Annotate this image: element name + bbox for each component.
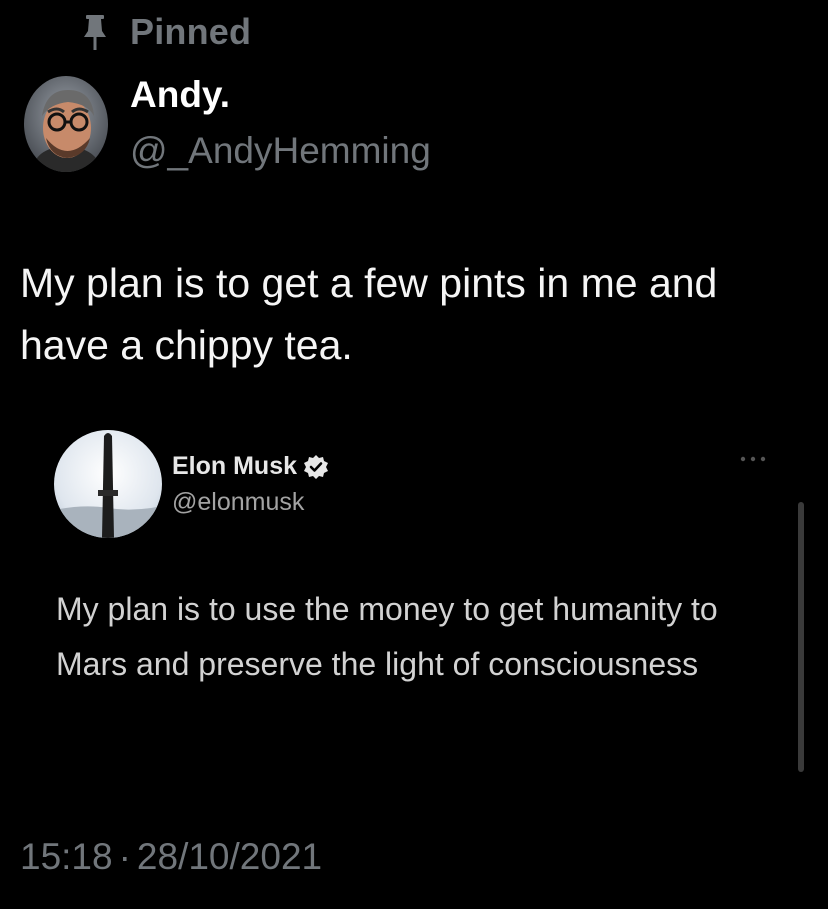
timestamp-separator: · <box>118 836 131 877</box>
timestamp[interactable]: 15:18 · 28/10/2021 <box>20 836 322 878</box>
quote-name-row: Elon Musk <box>172 452 329 481</box>
avatar[interactable] <box>24 76 108 172</box>
pin-icon <box>80 12 110 52</box>
quote-avatar[interactable] <box>54 430 162 538</box>
quote-text: My plan is to use the money to get human… <box>56 591 718 682</box>
more-options-icon[interactable] <box>738 452 768 466</box>
quote-author-handle[interactable]: @elonmusk <box>172 488 304 517</box>
author-name[interactable]: Andy. <box>130 74 230 116</box>
pinned-indicator: Pinned <box>80 10 251 54</box>
pinned-label: Pinned <box>130 11 252 52</box>
scrollbar[interactable] <box>798 502 804 772</box>
tweet-text: My plan is to get a few pints in me and … <box>20 260 718 368</box>
quote-author-name[interactable]: Elon Musk <box>172 452 297 481</box>
timestamp-date: 28/10/2021 <box>136 836 323 877</box>
quoted-tweet[interactable]: Elon Musk @elonmusk My plan is to use th… <box>28 412 810 792</box>
verified-badge-icon <box>303 454 329 480</box>
author-handle[interactable]: @_AndyHemming <box>130 130 431 172</box>
timestamp-time: 15:18 <box>20 836 113 877</box>
